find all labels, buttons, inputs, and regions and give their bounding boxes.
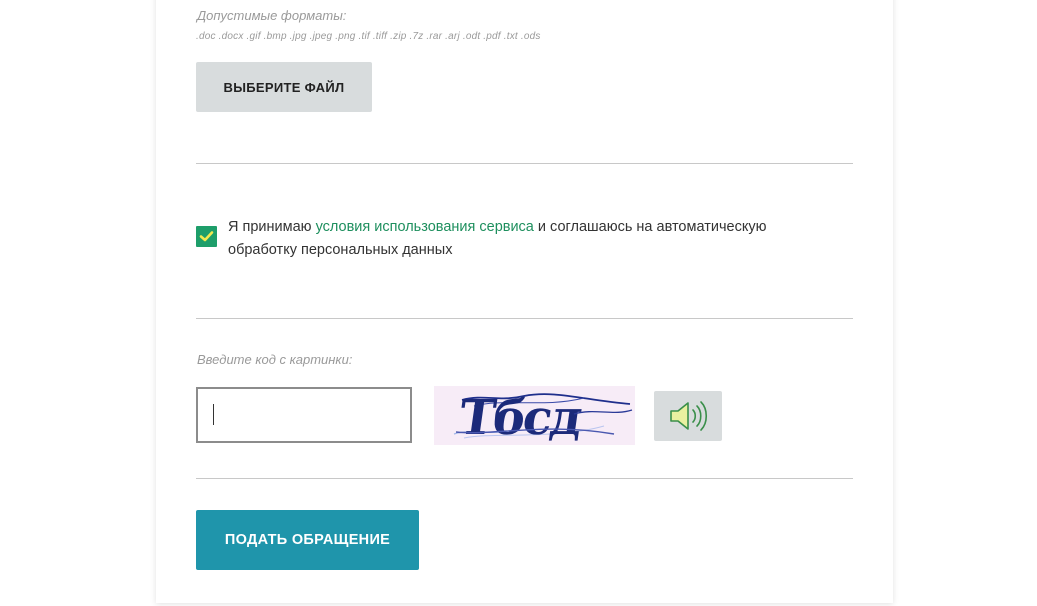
divider (196, 318, 853, 319)
divider (196, 478, 853, 479)
speaker-icon (670, 401, 708, 431)
allowed-formats-list: .doc .docx .gif .bmp .jpg .jpeg .png .ti… (196, 31, 541, 42)
submit-request-button[interactable]: ПОДАТЬ ОБРАЩЕНИЕ (196, 510, 419, 570)
text-caret (213, 404, 214, 425)
page: Допустимые форматы: .doc .docx .gif .bmp… (0, 0, 1037, 606)
divider (196, 163, 853, 164)
captcha-image: Тбсд (434, 386, 635, 445)
captcha-input[interactable] (196, 387, 412, 443)
captcha-text: Тбсд (456, 390, 586, 445)
consent-checkbox[interactable] (196, 226, 217, 247)
choose-file-button[interactable]: ВЫБЕРИТЕ ФАЙЛ (196, 62, 372, 112)
consent-text: Я принимаю условия использования сервиса… (228, 216, 838, 262)
consent-text-before: Я принимаю (228, 219, 316, 235)
allowed-formats-label: Допустимые форматы: (197, 8, 347, 23)
checkmark-icon (199, 231, 214, 242)
terms-of-service-link[interactable]: условия использования сервиса (316, 219, 534, 235)
captcha-picture: Тбсд (434, 386, 635, 445)
captcha-label: Введите код с картинки: (197, 352, 353, 367)
captcha-audio-button[interactable] (654, 391, 722, 441)
